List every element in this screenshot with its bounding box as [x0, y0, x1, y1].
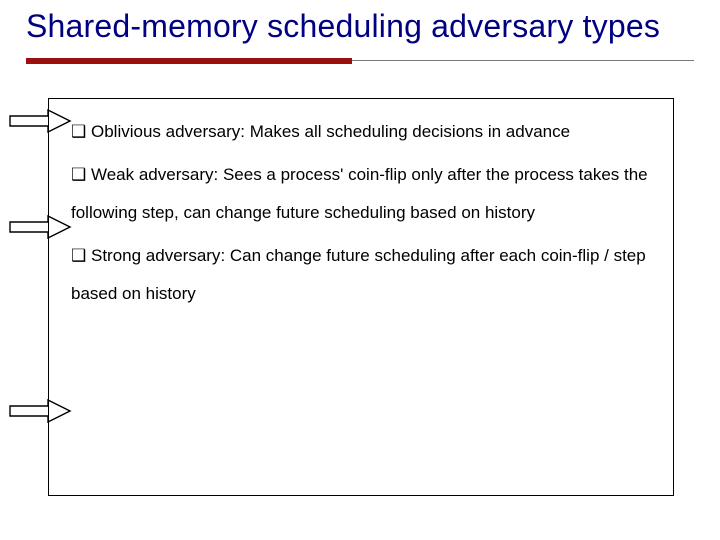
term: Strong adversary — [91, 246, 220, 265]
content-box: ❑ Oblivious adversary: Makes all schedul… — [48, 98, 674, 496]
list-item: ❑ Oblivious adversary: Makes all schedul… — [71, 113, 653, 150]
rule-thin — [352, 60, 694, 61]
bullet-icon: ❑ — [71, 165, 86, 184]
bullet-icon: ❑ — [71, 246, 86, 265]
term: Oblivious adversary — [91, 122, 240, 141]
list-item: ❑ Strong adversary: Can change future sc… — [71, 237, 653, 312]
list-item: ❑ Weak adversary: Sees a process' coin-f… — [71, 156, 653, 231]
slide: Shared-memory scheduling adversary types… — [0, 0, 720, 540]
description: : Makes all scheduling decisions in adva… — [240, 122, 570, 141]
term: Weak adversary — [91, 165, 214, 184]
title-rule — [26, 58, 694, 64]
page-title: Shared-memory scheduling adversary types — [26, 8, 660, 45]
rule-thick — [26, 58, 352, 64]
bullet-icon: ❑ — [71, 122, 86, 141]
